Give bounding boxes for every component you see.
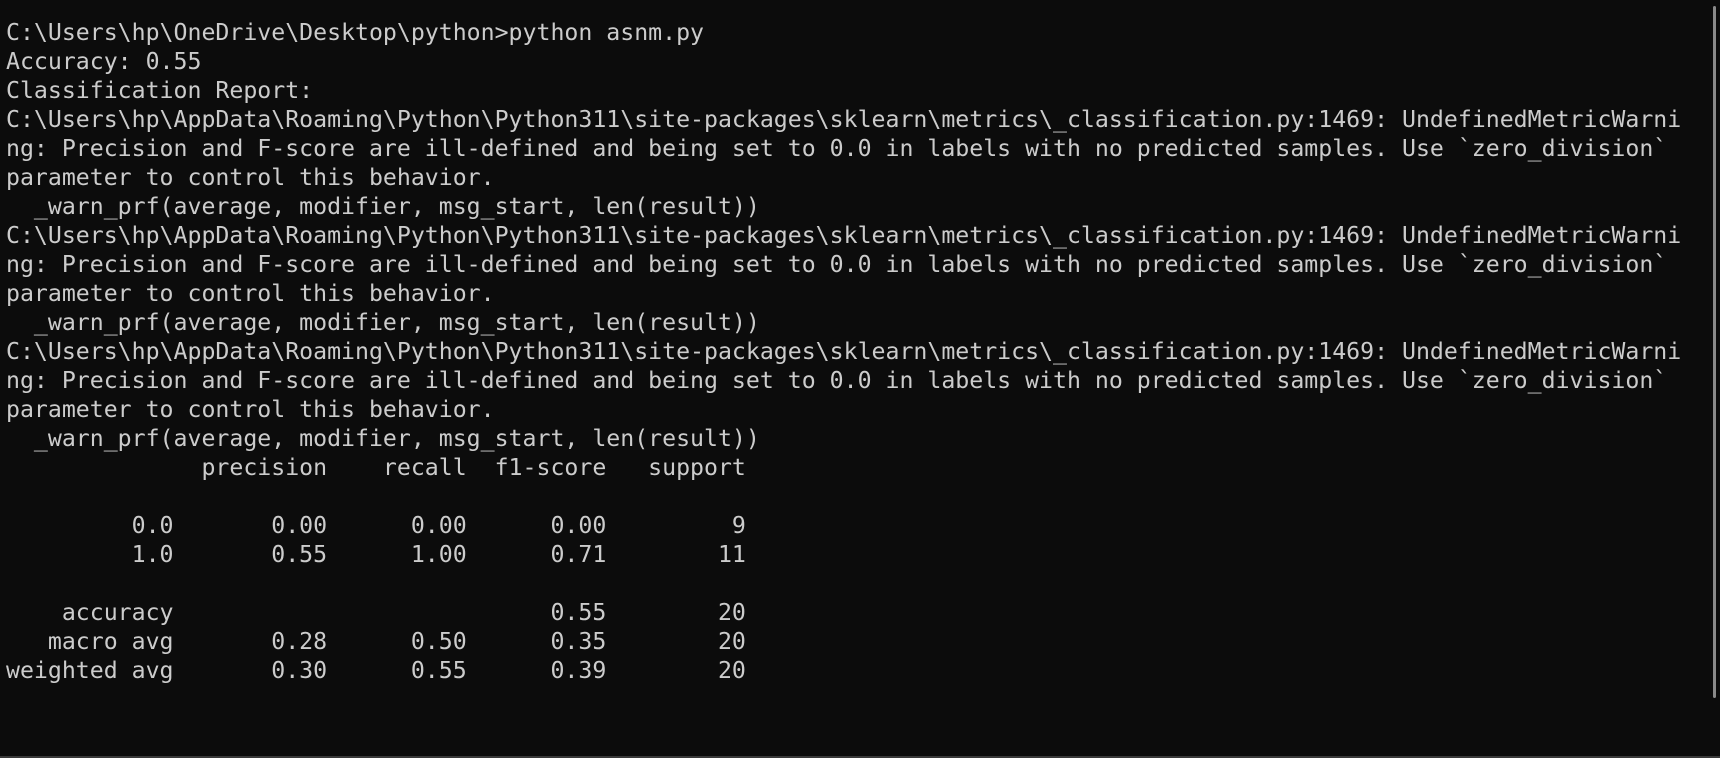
warning-call-line: _warn_prf(average, modifier, msg_start, … xyxy=(6,425,760,452)
warning-message-line: parameter to control this behavior. xyxy=(6,164,495,191)
warning-path-line: C:\Users\hp\AppData\Roaming\Python\Pytho… xyxy=(6,222,1682,249)
warning-path-line: C:\Users\hp\AppData\Roaming\Python\Pytho… xyxy=(6,106,1682,133)
report-row-class-1: 1.0 0.55 1.00 0.71 11 xyxy=(6,541,746,568)
scrollbar-thumb[interactable] xyxy=(1713,6,1716,698)
command-line: C:\Users\hp\OneDrive\Desktop\python>pyth… xyxy=(6,19,705,46)
warning-message-line: ng: Precision and F-score are ill-define… xyxy=(6,135,1668,162)
terminal-window[interactable]: C:\Users\hp\OneDrive\Desktop\python>pyth… xyxy=(0,0,1720,758)
warning-path-line: C:\Users\hp\AppData\Roaming\Python\Pytho… xyxy=(6,338,1682,365)
warning-message-line: parameter to control this behavior. xyxy=(6,280,495,307)
report-row-weighted-avg: weighted avg 0.30 0.55 0.39 20 xyxy=(6,657,746,684)
report-row-macro-avg: macro avg 0.28 0.50 0.35 20 xyxy=(6,628,746,655)
accuracy-line: Accuracy: 0.55 xyxy=(6,48,202,75)
report-row-accuracy: accuracy 0.55 20 xyxy=(6,599,746,626)
terminal-output[interactable]: C:\Users\hp\OneDrive\Desktop\python>pyth… xyxy=(6,18,1720,685)
report-heading: Classification Report: xyxy=(6,77,314,104)
report-table-header: precision recall f1-score support xyxy=(6,454,746,481)
report-row-class-0: 0.0 0.00 0.00 0.00 9 xyxy=(6,512,746,539)
warning-call-line: _warn_prf(average, modifier, msg_start, … xyxy=(6,309,760,336)
warning-message-line: parameter to control this behavior. xyxy=(6,396,495,423)
warning-message-line: ng: Precision and F-score are ill-define… xyxy=(6,251,1668,278)
warning-message-line: ng: Precision and F-score are ill-define… xyxy=(6,367,1668,394)
vertical-scrollbar[interactable] xyxy=(1713,6,1716,698)
warning-call-line: _warn_prf(average, modifier, msg_start, … xyxy=(6,193,760,220)
